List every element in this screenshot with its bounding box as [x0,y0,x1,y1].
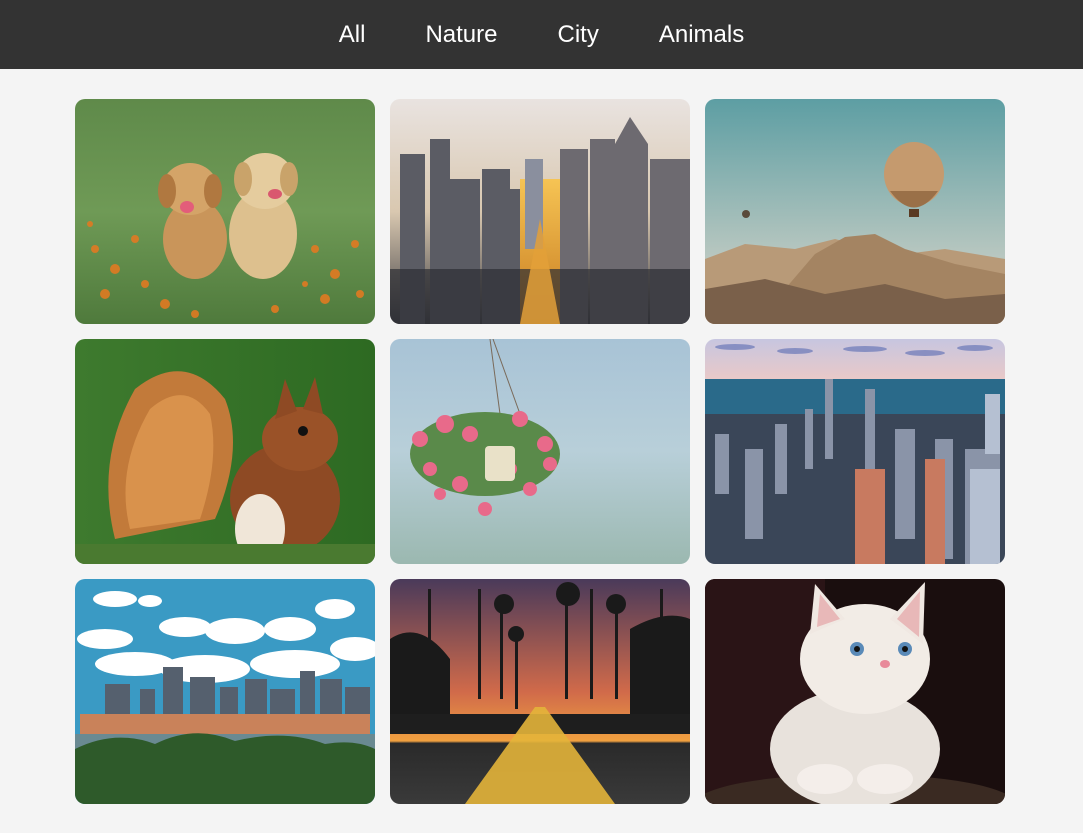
gallery-item-aerial-city[interactable] [705,339,1005,564]
gallery-item-squirrel[interactable] [75,339,375,564]
gallery-item-skyline[interactable] [75,579,375,804]
squirrel-image [75,339,375,564]
image-gallery [75,99,1005,804]
city-street-image [390,99,690,324]
gallery-item-city-street[interactable] [390,99,690,324]
palm-road-image [390,579,690,804]
balloon-image [705,99,1005,324]
gallery-item-puppies[interactable] [75,99,375,324]
gallery-item-palm-road[interactable] [390,579,690,804]
filter-all-button[interactable]: All [309,0,396,69]
skyline-image [75,579,375,804]
filter-city-button[interactable]: City [528,0,629,69]
puppies-image [75,99,375,324]
gallery-item-balloon[interactable] [705,99,1005,324]
hanging-flowers-image [390,339,690,564]
kitten-image [705,579,1005,804]
gallery-item-hanging-flowers[interactable] [390,339,690,564]
filter-nav: All Nature City Animals [0,0,1083,69]
aerial-city-image [705,339,1005,564]
filter-animals-button[interactable]: Animals [629,0,774,69]
filter-nature-button[interactable]: Nature [395,0,527,69]
gallery-item-kitten[interactable] [705,579,1005,804]
